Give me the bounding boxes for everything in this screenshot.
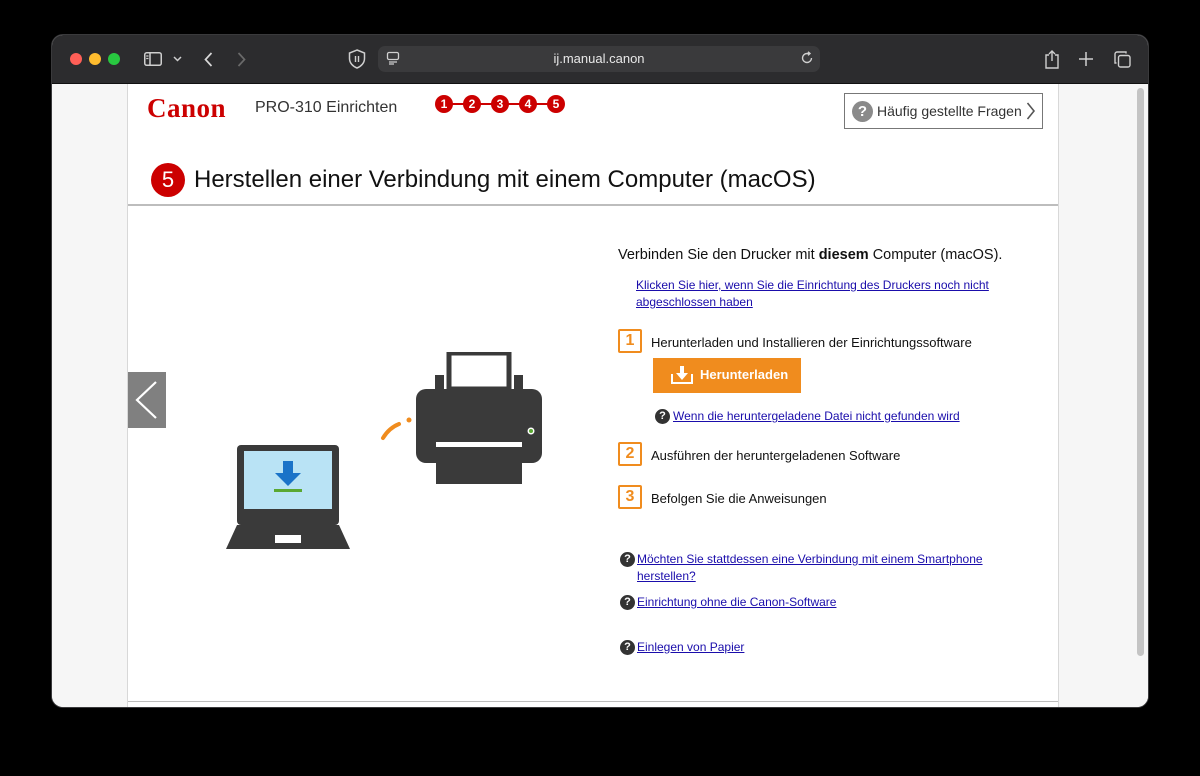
manual-page: Canon PRO-310 Einrichten 1 2 3 4 5 ? Häu… [127, 84, 1059, 707]
download-label: Herunterladen [700, 367, 789, 382]
connection-icon [381, 417, 412, 440]
faq-label: Häufig gestellte Fragen [877, 103, 1022, 119]
paper-link[interactable]: Einlegen von Papier [637, 639, 744, 656]
tabs-icon[interactable] [1112, 48, 1132, 70]
vertical-scrollbar[interactable] [1134, 84, 1148, 707]
printer-icon [416, 352, 542, 484]
question-icon: ? [620, 552, 635, 567]
header-divider [128, 204, 1058, 206]
smartphone-link[interactable]: Möchten Sie stattdessen eine Verbindung … [637, 551, 992, 585]
question-icon: ? [620, 595, 635, 610]
shield-icon[interactable] [347, 48, 367, 70]
question-icon: ? [620, 640, 635, 655]
step-2-dot[interactable]: 2 [463, 95, 481, 113]
step-1-dot[interactable]: 1 [435, 95, 453, 113]
step-2-box: 2 [618, 442, 642, 466]
faq-button[interactable]: ? Häufig gestellte Fragen [844, 93, 1043, 129]
step-1-text: Herunterladen und Installieren der Einri… [651, 335, 972, 350]
no-software-link[interactable]: Einrichtung ohne die Canon-Software [637, 594, 836, 611]
product-title: PRO-310 Einrichten [255, 99, 398, 116]
question-icon: ? [852, 101, 873, 122]
download-icon [670, 365, 694, 390]
chevron-down-icon[interactable] [170, 48, 184, 70]
setup-incomplete-link[interactable]: Klicken Sie hier, wenn Sie die Einrichtu… [636, 277, 1006, 311]
back-icon[interactable] [200, 48, 216, 70]
step-3-text: Befolgen Sie die Anweisungen [651, 491, 827, 506]
reload-icon[interactable] [800, 51, 814, 70]
step-3-dot[interactable]: 3 [491, 95, 509, 113]
connect-instruction: Verbinden Sie den Drucker mit diesem Com… [618, 247, 1002, 263]
download-button[interactable]: Herunterladen [653, 358, 801, 393]
chevron-left-icon [135, 381, 157, 419]
zoom-window-button[interactable] [108, 53, 120, 65]
page-step-number: 5 [151, 163, 185, 197]
step-3-box: 3 [618, 485, 642, 509]
page-title: Herstellen einer Verbindung mit einem Co… [194, 166, 816, 193]
canon-logo[interactable]: Canon [147, 93, 226, 124]
sidebar-icon[interactable] [142, 48, 164, 70]
step-5-dot[interactable]: 5 [547, 95, 565, 113]
step-2-text: Ausführen der heruntergeladenen Software [651, 448, 901, 463]
forward-icon[interactable] [233, 48, 249, 70]
share-icon[interactable] [1042, 48, 1062, 70]
minimize-window-button[interactable] [89, 53, 101, 65]
file-not-found-link[interactable]: Wenn die heruntergeladene Datei nicht ge… [673, 408, 960, 425]
step-1-box: 1 [618, 329, 642, 353]
previous-page-button[interactable] [128, 372, 166, 428]
address-bar[interactable]: ij.manual.canon [378, 46, 820, 72]
footer-divider [128, 701, 1058, 702]
browser-window: ij.manual.canon Canon PRO-310 Einrichten… [52, 35, 1148, 707]
laptop-icon [226, 445, 350, 549]
laptop-printer-illustration [226, 352, 542, 549]
connect-prefix: Verbinden Sie den Drucker mit [618, 247, 819, 263]
connect-suffix: Computer (macOS). [868, 247, 1003, 263]
browser-toolbar: ij.manual.canon [52, 35, 1148, 84]
plus-icon[interactable] [1076, 48, 1096, 70]
question-icon: ? [655, 409, 670, 424]
chevron-right-icon [1026, 101, 1036, 126]
web-content: Canon PRO-310 Einrichten 1 2 3 4 5 ? Häu… [52, 84, 1148, 707]
close-window-button[interactable] [70, 53, 82, 65]
scrollbar-thumb[interactable] [1137, 88, 1144, 656]
url-text: ij.manual.canon [553, 51, 645, 66]
step-4-dot[interactable]: 4 [519, 95, 537, 113]
connect-bold: diesem [818, 247, 869, 263]
